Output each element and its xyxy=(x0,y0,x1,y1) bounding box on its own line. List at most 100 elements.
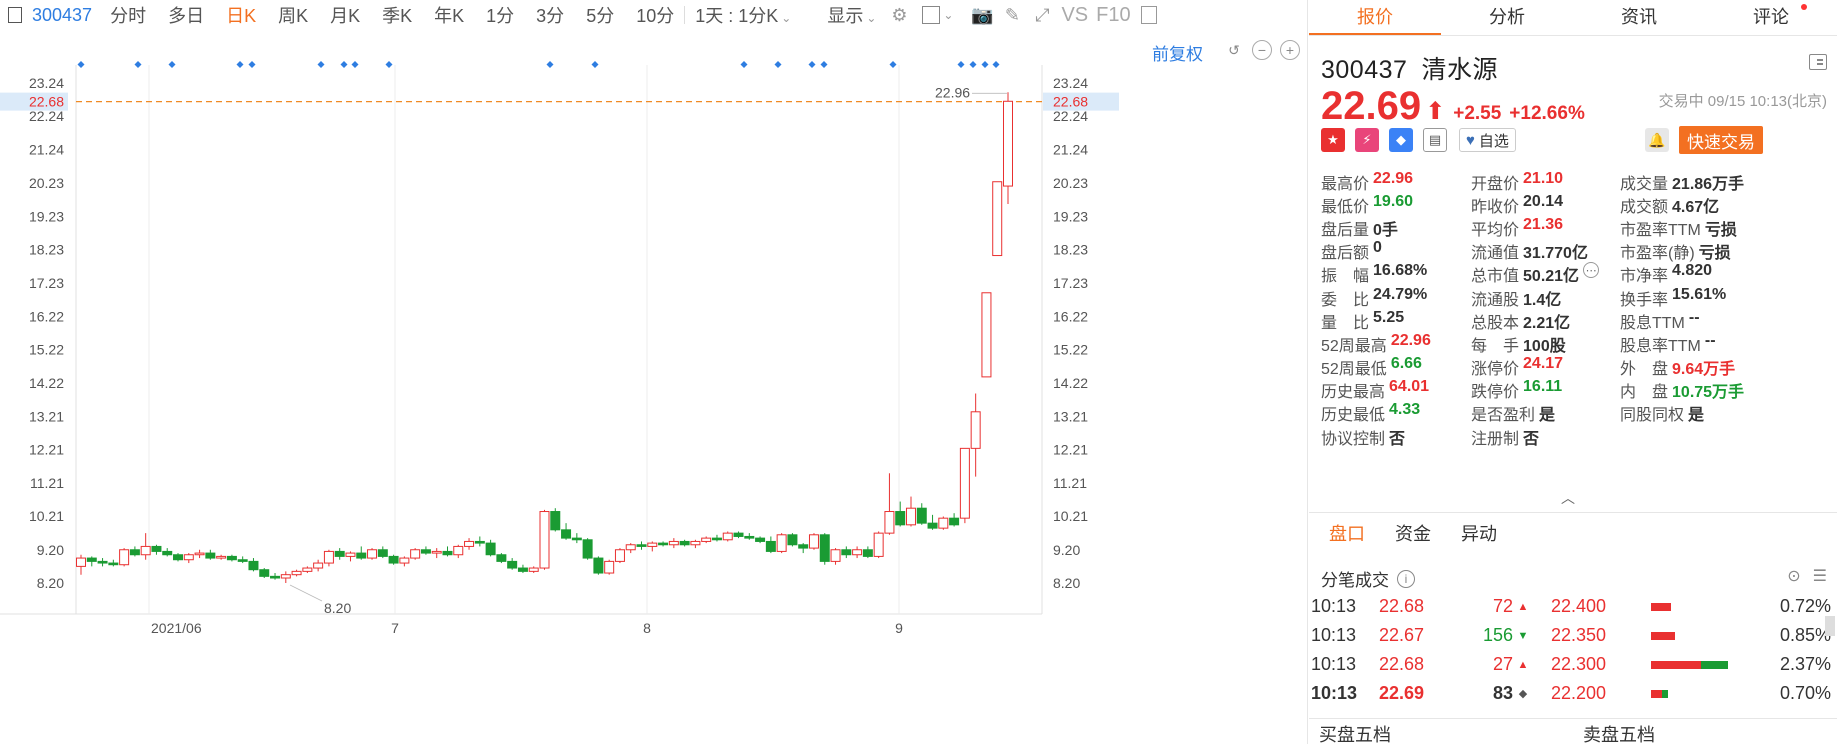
camera-icon[interactable]: 📷 xyxy=(971,4,993,26)
square-icon[interactable] xyxy=(922,6,941,24)
quick-trade-button[interactable]: 快速交易 xyxy=(1679,126,1763,154)
y-tick-label-left: 23.24 xyxy=(29,75,64,91)
more-icon[interactable]: ⋯ xyxy=(1583,262,1600,279)
diamond-icon: ◆ xyxy=(1518,688,1528,700)
stat-value: 31.770亿 xyxy=(1523,245,1588,263)
candle-body xyxy=(711,537,722,541)
event-marker-icon xyxy=(808,61,816,68)
depth-bar xyxy=(1651,602,1761,611)
menu-icon[interactable] xyxy=(1809,54,1827,70)
stat-cell: 注册制否 xyxy=(1471,425,1620,449)
period-tab[interactable]: 5分 xyxy=(586,2,614,28)
period-tab[interactable]: 3分 xyxy=(536,2,564,28)
stat-label: 振 幅 xyxy=(1321,268,1370,286)
y-tick-label-right: 14.22 xyxy=(1053,375,1088,391)
y-tick-label-right: 17.23 xyxy=(1053,275,1088,291)
period-tab[interactable]: 1分 xyxy=(486,2,514,28)
tab-label: 资讯 xyxy=(1621,7,1657,27)
y-tick-label-left: 17.23 xyxy=(29,275,64,291)
stat-label: 昨收价 xyxy=(1471,198,1520,216)
stats-row: 52周最高 22.96 每 手 100股 股息率TTM -- xyxy=(1321,332,1831,355)
f10-button[interactable]: F10 xyxy=(1096,4,1130,27)
stat-label: 盘后量 xyxy=(1321,221,1370,239)
tab-3[interactable]: 评论 xyxy=(1705,0,1837,35)
tab-label: 评论 xyxy=(1753,7,1789,27)
scrollbar[interactable] xyxy=(1825,616,1835,636)
stat-label: 市净率 xyxy=(1620,268,1669,286)
stat-cell: 外 盘 9.64万手 xyxy=(1620,355,1820,379)
orderbook-tab[interactable]: 异动 xyxy=(1461,520,1497,546)
list-icon[interactable]: ☰ xyxy=(1813,566,1827,586)
stat-label: 历史最高 xyxy=(1321,384,1386,402)
candle-body xyxy=(410,549,421,559)
watchlist-label: 自选 xyxy=(1478,132,1509,150)
stock-code[interactable]: 300437 xyxy=(32,5,92,26)
note-icon[interactable]: ▤ xyxy=(1423,128,1447,152)
last-price: 22.69 xyxy=(1321,84,1422,128)
x-tick-label: 7 xyxy=(391,620,399,636)
tab-0[interactable]: 报价 xyxy=(1309,0,1441,35)
candle-body xyxy=(151,545,162,552)
watchlist-button[interactable]: ♥ 自选 xyxy=(1459,128,1516,152)
info-icon[interactable]: i xyxy=(1397,569,1415,588)
fullscreen-icon[interactable]: ⤢ xyxy=(1031,4,1053,26)
y-tick-label-left: 15.22 xyxy=(29,342,64,358)
period-tab[interactable]: 日K xyxy=(226,2,256,28)
period-tab[interactable]: 季K xyxy=(382,2,412,28)
event-marker-icon xyxy=(77,61,85,68)
lightning-icon[interactable]: ⚡ xyxy=(1355,128,1379,152)
candle-body xyxy=(571,537,582,541)
bell-icon[interactable]: 🔔 xyxy=(1645,128,1669,152)
more-icon[interactable]: ⊙ xyxy=(1787,566,1800,586)
candle-body xyxy=(808,534,819,549)
depth-list: 22.400 0.72% 22.350 0.85% 22.300 2.37% 22.200 0… xyxy=(1541,592,1831,708)
stat-label: 开盘价 xyxy=(1471,175,1520,193)
event-marker-icon xyxy=(385,61,393,68)
depth-bar-sell xyxy=(1700,660,1728,669)
vs-button[interactable]: VS xyxy=(1061,4,1088,27)
stat-label: 最高价 xyxy=(1321,175,1370,193)
candle-body xyxy=(905,507,916,526)
period-tab[interactable]: 年K xyxy=(434,2,464,28)
candle-body xyxy=(604,560,615,574)
tag-icon[interactable]: ◆ xyxy=(1389,128,1413,152)
candle-body xyxy=(927,522,938,529)
range-select[interactable]: 1天 : 1分K ⌄ xyxy=(695,2,791,28)
candle-body xyxy=(367,549,378,559)
stat-value: 24.17 xyxy=(1523,355,1564,373)
candle-body xyxy=(173,554,184,561)
y-tick-label-right: 12.21 xyxy=(1053,442,1088,458)
sidebar-toggle-icon[interactable] xyxy=(1140,6,1157,24)
candle-body xyxy=(528,567,539,572)
stat-label: 股息率TTM xyxy=(1620,337,1701,355)
period-tab[interactable]: 多日 xyxy=(168,2,204,28)
candle-body xyxy=(453,545,464,556)
kline-chart[interactable]: 23.24 23.24 22.24 22.24 21.24 21.24 20.23 20.23… xyxy=(0,30,1308,744)
china-flag-icon[interactable]: ★ xyxy=(1321,128,1345,152)
candle-body xyxy=(787,534,798,546)
period-tab[interactable]: 周K xyxy=(278,2,308,28)
settings-icon[interactable]: ⚙ xyxy=(888,4,910,26)
layout-icon[interactable] xyxy=(8,7,22,23)
orderbook-tab[interactable]: 盘口 xyxy=(1329,520,1365,546)
y-tick-label-left: 11.21 xyxy=(30,475,64,491)
stat-label: 跌停价 xyxy=(1471,384,1520,402)
period-tab[interactable]: 10分 xyxy=(636,2,674,28)
y-tick-label-right: 16.22 xyxy=(1053,308,1088,324)
display-menu[interactable]: 显示 ⌄ xyxy=(827,2,876,28)
period-tab[interactable]: 分时 xyxy=(110,2,146,28)
pencil-icon[interactable]: ✎ xyxy=(1001,4,1023,26)
up-triangle-icon: ▲ xyxy=(1517,600,1529,613)
tab-2[interactable]: 资讯 xyxy=(1573,0,1705,35)
tab-1[interactable]: 分析 xyxy=(1441,0,1573,35)
stat-value: 16.68% xyxy=(1373,262,1428,280)
stat-label: 换手率 xyxy=(1620,291,1669,309)
quote-tabs: 报价 分析 资讯 评论 xyxy=(1309,0,1837,36)
candle-body xyxy=(162,550,173,556)
y-tick-label-right: 22.24 xyxy=(1053,108,1088,124)
period-tab[interactable]: 月K xyxy=(330,2,360,28)
chevron-down-icon[interactable]: ⌄ xyxy=(943,8,953,22)
collapse-icon[interactable]: ︿ xyxy=(1561,488,1575,508)
orderbook-tab[interactable]: 资金 xyxy=(1395,520,1431,546)
candle-body xyxy=(658,542,669,546)
